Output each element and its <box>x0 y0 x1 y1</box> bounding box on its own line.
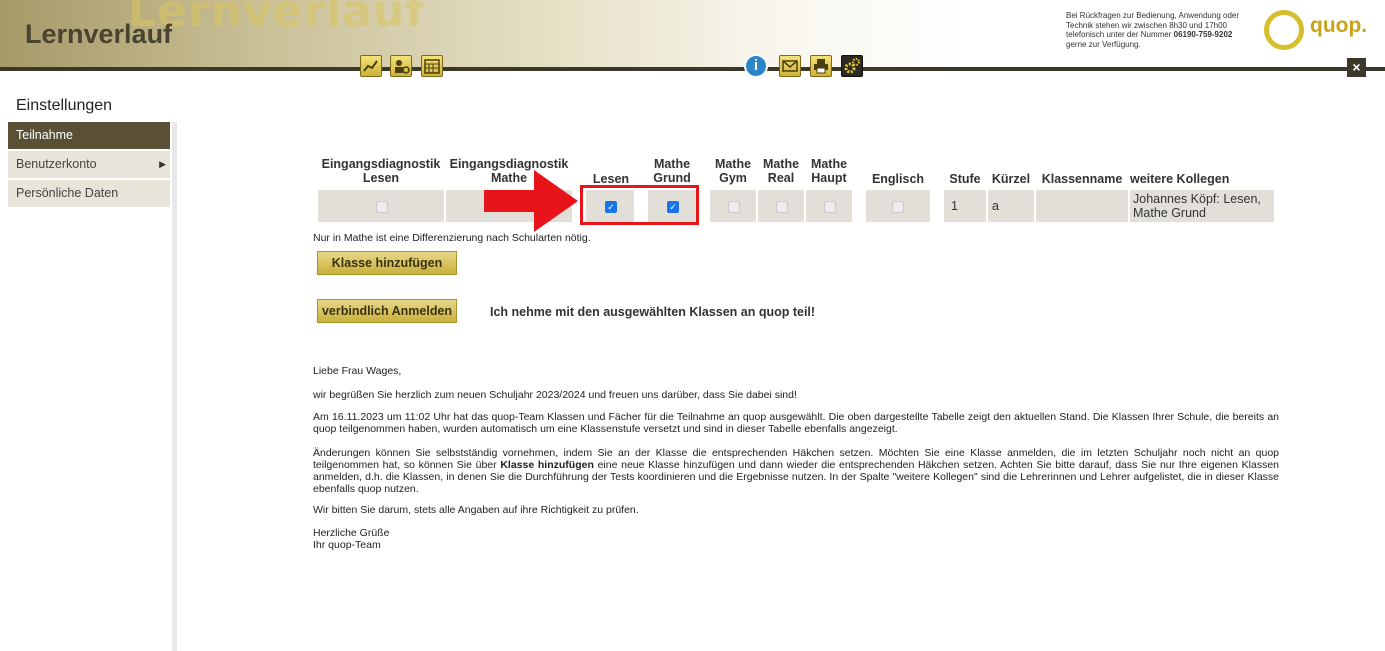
mail-icon[interactable] <box>779 55 801 77</box>
gear-icon[interactable] <box>841 55 863 77</box>
sidebar-item-label: Benutzerkonto <box>16 157 97 171</box>
col-header-eingang-lesen: Eingangsdiagnostik Lesen <box>321 157 441 185</box>
settings-person-icon[interactable] <box>390 55 412 77</box>
checkbox-mathe-haupt[interactable] <box>824 201 836 213</box>
checkbox-mathe-real[interactable] <box>776 201 788 213</box>
quop-logo: quop. <box>1264 8 1374 56</box>
logo-ring-icon <box>1264 10 1304 50</box>
register-button[interactable]: verbindlich Anmelden <box>317 299 457 323</box>
cell-mathe-haupt <box>806 190 852 222</box>
info-icon[interactable]: i <box>744 54 768 78</box>
letter-closing-2: Ihr quop-Team <box>313 539 381 551</box>
kuerzel-value: a <box>992 199 999 213</box>
red-arrow-annotation <box>484 170 578 232</box>
header-divider <box>0 67 1385 71</box>
sidebar-title: Einstellungen <box>16 97 113 114</box>
weitere-kollegen-value: Johannes Köpf: Lesen, Mathe Grund <box>1133 192 1261 220</box>
cell-eingang-lesen <box>318 190 444 222</box>
col-header-stufe: Stufe <box>949 172 981 186</box>
support-info: Bei Rückfragen zur Bedienung, Anwendung … <box>1066 11 1251 49</box>
cell-mathe-gym <box>710 190 756 222</box>
sidebar-divider <box>172 122 177 651</box>
col-header-weitere-kollegen: weitere Kollegen <box>1130 172 1230 186</box>
col-header-englisch: Englisch <box>871 172 925 186</box>
close-button[interactable]: × <box>1347 58 1366 77</box>
cell-weitere-kollegen: Johannes Köpf: Lesen, Mathe Grund <box>1130 190 1274 222</box>
support-phone: 06190-759-9202 <box>1173 30 1233 39</box>
col-header-mathe-haupt: Mathe Haupt <box>810 157 848 185</box>
col-header-kuerzel: Kürzel <box>991 172 1031 186</box>
col-header-lesen: Lesen <box>592 172 630 186</box>
header-watermark: Lernverlauf <box>128 0 426 37</box>
letter-paragraph-3: Änderungen können Sie selbstständig vorn… <box>313 447 1279 495</box>
letter-p3-bold: Klasse hinzufügen <box>500 459 594 471</box>
letter-closing-1: Herzliche Grüße <box>313 527 390 539</box>
checkbox-englisch[interactable] <box>892 201 904 213</box>
checkbox-mathe-gym[interactable] <box>728 201 740 213</box>
sidebar-item-label: Teilnahme <box>16 128 73 142</box>
cell-kuerzel: a <box>988 190 1034 222</box>
col-header-mathe-real: Mathe Real <box>762 157 800 185</box>
letter-paragraph-2: Am 16.11.2023 um 11:02 Uhr hat das quop-… <box>313 411 1279 435</box>
chart-icon[interactable] <box>360 55 382 77</box>
checkbox-eingang-lesen[interactable] <box>376 201 388 213</box>
col-header-mathe-grund: Mathe Grund <box>653 157 691 185</box>
highlight-box <box>580 185 699 225</box>
logo-text: quop. <box>1310 14 1368 37</box>
letter-paragraph-4: Wir bitten Sie darum, stets alle Angaben… <box>313 504 639 516</box>
sidebar-item-teilnahme[interactable]: Teilnahme <box>8 122 170 149</box>
app-title: Lernverlauf <box>25 19 173 49</box>
calendar-icon[interactable] <box>421 55 443 77</box>
col-header-mathe-gym: Mathe Gym <box>714 157 752 185</box>
cell-stufe: 1 <box>944 190 986 222</box>
print-icon[interactable] <box>810 55 832 77</box>
sidebar-item-label: Persönliche Daten <box>16 186 119 200</box>
sidebar-item-persoenliche-daten[interactable]: Persönliche Daten <box>8 180 170 207</box>
confirm-text: Ich nehme mit den ausgewählten Klassen a… <box>490 305 816 319</box>
cell-englisch <box>866 190 930 222</box>
stufe-value: 1 <box>951 199 958 213</box>
letter-greeting: Liebe Frau Wages, <box>313 365 402 377</box>
add-class-button[interactable]: Klasse hinzufügen <box>317 251 457 275</box>
letter-paragraph-1: wir begrüßen Sie herzlich zum neuen Schu… <box>313 389 797 401</box>
cell-mathe-real <box>758 190 804 222</box>
support-suffix: gerne zur Verfügung. <box>1066 39 1141 49</box>
sidebar: Teilnahme Benutzerkonto ▶ Persönliche Da… <box>8 122 170 209</box>
chevron-right-icon: ▶ <box>159 159 166 169</box>
cell-klassenname <box>1036 190 1128 222</box>
differentiation-note: Nur in Mathe ist eine Differenzierung na… <box>313 232 591 244</box>
sidebar-item-benutzerkonto[interactable]: Benutzerkonto ▶ <box>8 151 170 178</box>
app-header: Lernverlauf Lernverlauf Bei Rückfragen z… <box>0 0 1385 70</box>
col-header-klassenname: Klassenname <box>1041 172 1123 186</box>
